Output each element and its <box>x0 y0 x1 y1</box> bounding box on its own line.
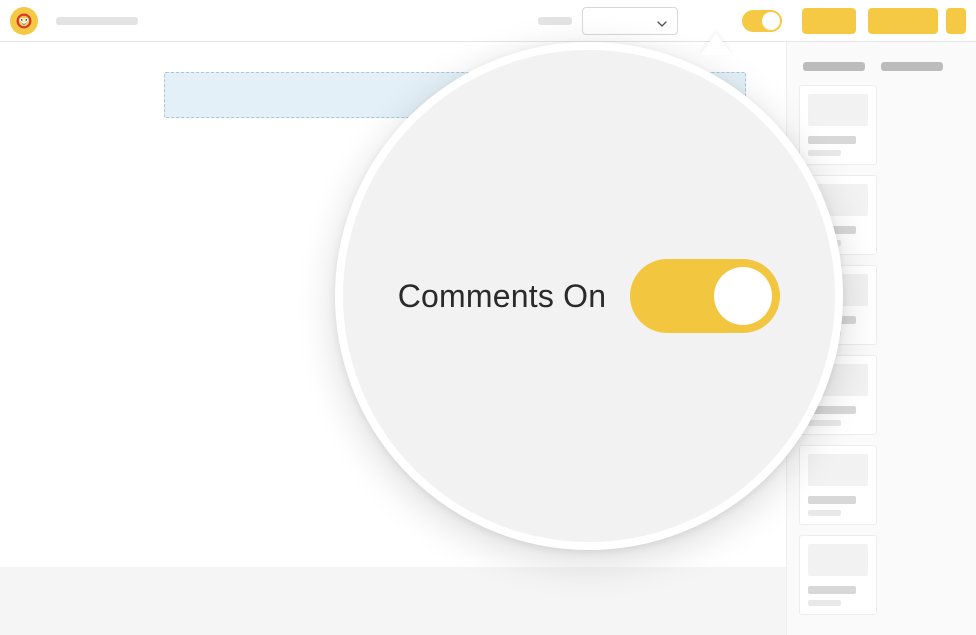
comments-toggle[interactable] <box>630 259 780 333</box>
toolbar-button-split-main[interactable] <box>868 8 938 34</box>
toggle-knob <box>762 12 780 30</box>
toggle-knob <box>714 267 772 325</box>
comments-toggle-label: Comments On <box>398 278 606 315</box>
top-toolbar <box>0 0 976 42</box>
toolbar-title-placeholder <box>56 17 138 25</box>
toolbar-button-primary[interactable] <box>802 8 856 34</box>
chevron-down-icon <box>657 16 667 26</box>
panel-card[interactable] <box>799 85 877 165</box>
callout-pointer <box>700 33 732 55</box>
zoom-callout: Comments On <box>335 42 843 550</box>
monkey-face-icon <box>15 12 33 30</box>
comments-toggle-mini[interactable] <box>742 10 782 32</box>
panel-card[interactable] <box>799 445 877 525</box>
toolbar-select[interactable] <box>582 7 678 35</box>
toolbar-label-placeholder <box>538 17 572 25</box>
toolbar-button-split <box>862 8 966 34</box>
app-logo[interactable] <box>10 7 38 35</box>
side-panel-tab-2[interactable] <box>881 62 943 71</box>
side-panel-tab-1[interactable] <box>803 62 865 71</box>
toolbar-button-split-caret[interactable] <box>946 8 966 34</box>
panel-card[interactable] <box>799 535 877 615</box>
